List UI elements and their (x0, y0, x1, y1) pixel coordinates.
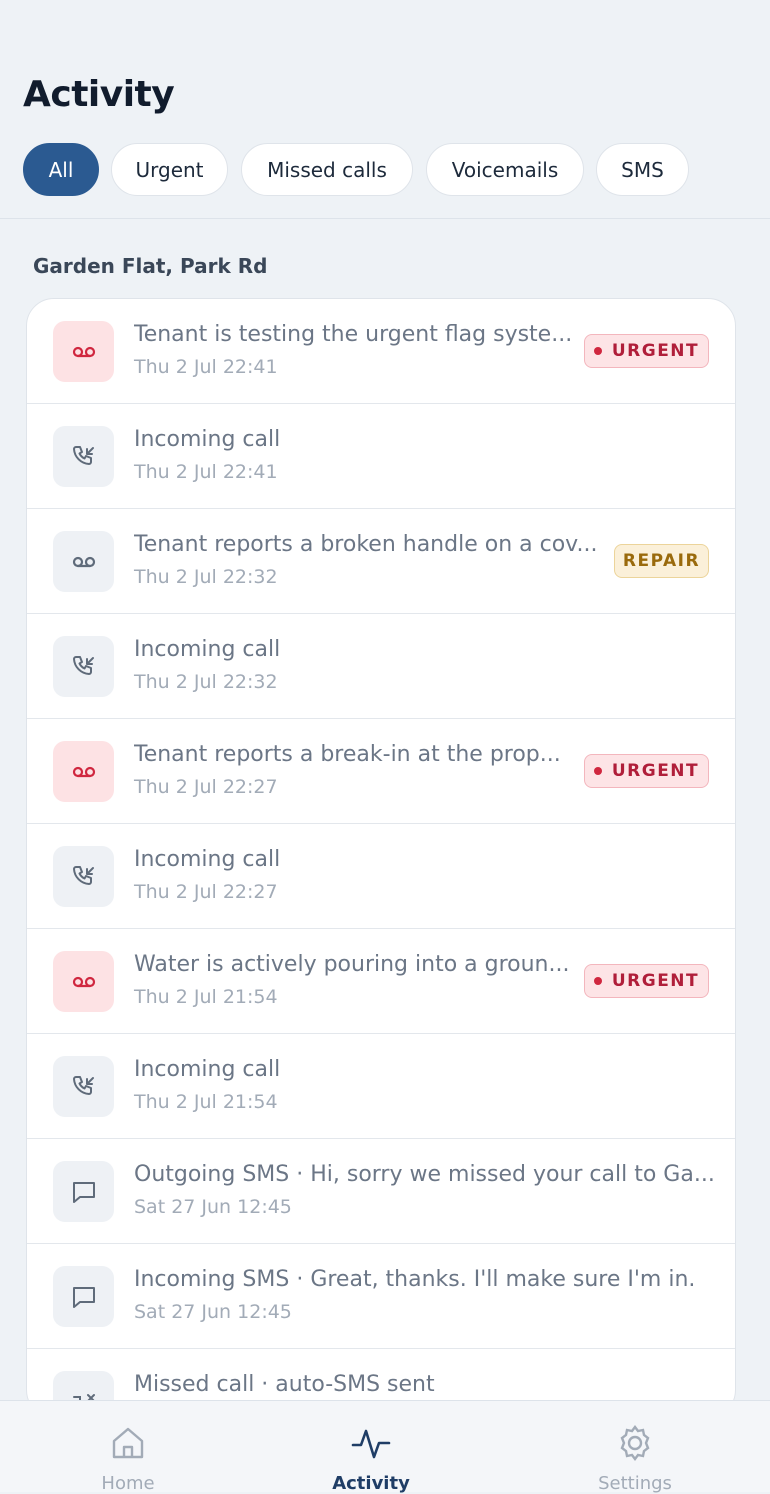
voicemail-icon (53, 951, 114, 1012)
activity-time: Thu 2 Jul 22:32 (134, 671, 278, 693)
list-item[interactable]: Incoming SMS · Great, thanks. I'll make … (27, 1244, 735, 1349)
activity-title: Tenant reports a break-in at the prop... (134, 742, 561, 767)
activity-title: Incoming call (134, 637, 281, 662)
incoming-call-icon (53, 636, 114, 697)
nav-home-label: Home (101, 1473, 155, 1494)
list-item[interactable]: Outgoing SMS · Hi, sorry we missed your … (27, 1139, 735, 1244)
activity-time: Thu 2 Jul 22:41 (134, 356, 278, 378)
bottom-nav: Home Activity Settings (0, 1400, 770, 1494)
urgent-badge: URGENT (584, 964, 709, 998)
list-item[interactable]: Incoming call Thu 2 Jul 21:54 (27, 1034, 735, 1139)
group-label: Garden Flat, Park Rd (33, 254, 268, 278)
urgent-badge: URGENT (584, 334, 709, 368)
nav-activity-label: Activity (332, 1473, 410, 1494)
voicemail-icon (53, 321, 114, 382)
list-item[interactable]: Tenant reports a break-in at the prop...… (27, 719, 735, 824)
message-icon (53, 1266, 114, 1327)
filter-chip-sms[interactable]: SMS (596, 143, 689, 196)
gear-icon (620, 1425, 650, 1461)
voicemail-icon (53, 741, 114, 802)
dot-icon (593, 977, 602, 985)
activity-title: Water is actively pouring into a groun..… (134, 952, 570, 977)
home-icon (112, 1427, 144, 1459)
activity-title: Incoming call (134, 847, 281, 872)
activity-time: Sat 27 Jun 12:45 (134, 1301, 292, 1323)
activity-time: Thu 2 Jul 22:27 (134, 776, 278, 798)
activity-time: Thu 2 Jul 22:32 (134, 566, 278, 588)
urgent-badge: URGENT (584, 754, 709, 788)
activity-time: Thu 2 Jul 21:54 (134, 1091, 278, 1113)
activity-title: Missed call · auto-SMS sent (134, 1372, 435, 1397)
nav-settings[interactable]: Settings (507, 1401, 763, 1494)
activity-title: Incoming call (134, 427, 281, 452)
activity-title: Outgoing SMS · Hi, sorry we missed your … (134, 1162, 714, 1187)
filter-chip-missed-calls[interactable]: Missed calls (241, 143, 413, 196)
activity-title: Incoming SMS · Great, thanks. I'll make … (134, 1267, 696, 1292)
filter-chip-urgent[interactable]: Urgent (111, 143, 228, 196)
list-item[interactable]: Tenant reports a broken handle on a cov.… (27, 509, 735, 614)
activity-time: Thu 2 Jul 22:27 (134, 881, 278, 903)
page-title: Activity (23, 74, 175, 115)
list-item[interactable]: Tenant is testing the urgent flag syste.… (27, 299, 735, 404)
activity-title: Incoming call (134, 1057, 281, 1082)
activity-list: Tenant is testing the urgent flag syste.… (26, 298, 736, 1418)
list-item[interactable]: Incoming call Thu 2 Jul 22:41 (27, 404, 735, 509)
incoming-call-icon (53, 426, 114, 487)
nav-home[interactable]: Home (0, 1401, 256, 1494)
activity-icon (351, 1429, 391, 1459)
message-icon (53, 1161, 114, 1222)
nav-settings-label: Settings (598, 1473, 672, 1494)
filter-chip-all[interactable]: All (23, 143, 99, 196)
filter-chip-voicemails[interactable]: Voicemails (426, 143, 584, 196)
activity-title: Tenant reports a broken handle on a cov.… (134, 532, 598, 557)
nav-activity[interactable]: Activity (243, 1401, 499, 1494)
repair-badge: REPAIR (614, 544, 709, 578)
dot-icon (593, 767, 602, 775)
list-item[interactable]: Incoming call Thu 2 Jul 22:27 (27, 824, 735, 929)
activity-time: Sat 27 Jun 12:45 (134, 1196, 292, 1218)
incoming-call-icon (53, 1056, 114, 1117)
activity-title: Tenant is testing the urgent flag syste.… (134, 322, 573, 347)
activity-time: Thu 2 Jul 21:54 (134, 986, 278, 1008)
list-item[interactable]: Water is actively pouring into a groun..… (27, 929, 735, 1034)
voicemail-icon (53, 531, 114, 592)
incoming-call-icon (53, 846, 114, 907)
list-item[interactable]: Incoming call Thu 2 Jul 22:32 (27, 614, 735, 719)
dot-icon (593, 347, 602, 355)
header: Activity All Urgent Missed calls Voicema… (0, 0, 770, 219)
activity-time: Thu 2 Jul 22:41 (134, 461, 278, 483)
